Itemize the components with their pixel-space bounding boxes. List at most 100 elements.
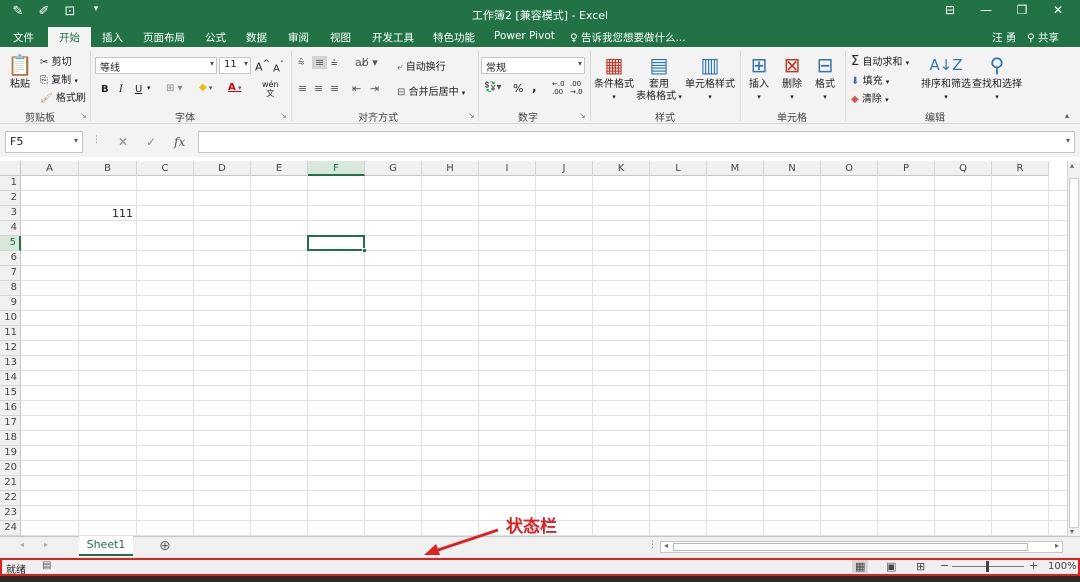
row-header-15[interactable]: 15 xyxy=(0,386,21,401)
autosum-button[interactable]: Σ 自动求和 ▾ xyxy=(851,53,909,69)
tab-page-layout[interactable]: 页面布局 xyxy=(143,30,185,45)
tab-data[interactable]: 数据 xyxy=(246,30,267,45)
row-header-5[interactable]: 5 xyxy=(0,236,21,251)
cell-b3[interactable]: 111 xyxy=(79,206,133,221)
number-format-select[interactable]: 常规 ▾ xyxy=(481,57,585,74)
enter-icon[interactable]: ✓ xyxy=(146,135,156,149)
row-header-17[interactable]: 17 xyxy=(0,416,21,431)
italic-button[interactable]: I xyxy=(119,84,123,95)
splitter-icon[interactable]: ⋮ xyxy=(648,540,657,550)
column-header-h[interactable]: H xyxy=(422,161,479,176)
row-header-12[interactable]: 12 xyxy=(0,341,21,356)
row-header-14[interactable]: 14 xyxy=(0,371,21,386)
minimize-icon[interactable]: — xyxy=(968,3,1004,17)
row-header-4[interactable]: 4 xyxy=(0,221,21,236)
column-header-p[interactable]: P xyxy=(878,161,935,176)
phonetic-button[interactable]: wén 文 xyxy=(262,80,279,98)
font-name-select[interactable]: 等线 ▾ xyxy=(95,57,217,74)
clear-button[interactable]: ◆ 清除 ▾ xyxy=(851,90,889,105)
row-header-10[interactable]: 10 xyxy=(0,311,21,326)
row-header-20[interactable]: 20 xyxy=(0,461,21,476)
grow-font-button[interactable]: A^ xyxy=(255,58,270,74)
tab-review[interactable]: 审阅 xyxy=(288,30,309,45)
align-left-icon[interactable]: ≡ xyxy=(298,82,307,95)
insert-cells-button[interactable]: ⊞ 插入 ▾ xyxy=(744,53,774,103)
zoom-level[interactable]: 100% xyxy=(1048,561,1077,572)
formula-input[interactable] xyxy=(198,131,1075,153)
column-header-r[interactable]: R xyxy=(992,161,1049,176)
copy-button[interactable]: ⎘ 复制 ▾ xyxy=(40,71,78,86)
sheet-tab[interactable]: Sheet1 xyxy=(79,536,133,556)
decrease-decimal-icon[interactable]: .00 →.0 xyxy=(570,80,583,96)
fill-handle[interactable] xyxy=(362,248,367,253)
customize-qat-icon[interactable]: ▾ xyxy=(88,4,104,19)
user-name[interactable]: 汪 勇 xyxy=(992,30,1016,45)
row-header-16[interactable]: 16 xyxy=(0,401,21,416)
decrease-indent-icon[interactable]: ⇤ xyxy=(352,82,361,95)
cut-button[interactable]: ✂ 剪切 xyxy=(40,53,72,68)
borders-icon[interactable]: ⊞ ▾ xyxy=(166,83,183,94)
row-header-18[interactable]: 18 xyxy=(0,431,21,446)
row-header-1[interactable]: 1 xyxy=(0,176,21,191)
pen-icon[interactable]: ✎ xyxy=(10,4,26,19)
format-painter-button[interactable]: 🖌 格式刷 xyxy=(40,89,86,104)
tab-home[interactable]: 开始 xyxy=(48,27,91,47)
align-top-icon[interactable]: ⩯ xyxy=(298,56,304,70)
tab-formulas[interactable]: 公式 xyxy=(205,30,226,45)
row-header-13[interactable]: 13 xyxy=(0,356,21,371)
column-header-o[interactable]: O xyxy=(821,161,878,176)
format-cells-button[interactable]: ⊟ 格式 ▾ xyxy=(810,53,840,103)
restore-icon[interactable]: ❐ xyxy=(1004,3,1040,17)
orientation-icon[interactable]: ab̸ ▾ xyxy=(355,56,378,69)
tab-power-pivot[interactable]: Power Pivot xyxy=(494,30,555,42)
alignment-launcher-icon[interactable]: ↘ xyxy=(468,111,475,120)
underline-button[interactable]: U xyxy=(135,84,142,95)
align-right-icon[interactable]: ≡ xyxy=(330,82,339,95)
normal-view-icon[interactable]: ▦ xyxy=(852,560,869,573)
tab-insert[interactable]: 插入 xyxy=(102,30,123,45)
column-header-f[interactable]: F xyxy=(308,161,365,176)
row-header-2[interactable]: 2 xyxy=(0,191,21,206)
brush-icon[interactable]: ✐ xyxy=(36,4,52,19)
comma-button[interactable]: , xyxy=(532,80,537,94)
format-as-table-button[interactable]: ▤ 套用 表格格式 ▾ xyxy=(634,53,684,103)
expand-formula-icon[interactable]: ▾ xyxy=(1066,136,1070,145)
next-sheet-icon[interactable]: ▸ xyxy=(44,540,48,549)
scroll-left-icon[interactable]: ◂ xyxy=(664,541,668,550)
scroll-down-icon[interactable]: ▾ xyxy=(1070,527,1074,536)
row-header-11[interactable]: 11 xyxy=(0,326,21,341)
insert-function-button[interactable]: fx xyxy=(174,135,185,149)
find-select-button[interactable]: ⚲ 查找和选择 ▾ xyxy=(972,53,1022,103)
merge-center-button[interactable]: ⊟ 合并后居中 ▾ xyxy=(397,83,465,98)
row-header-22[interactable]: 22 xyxy=(0,491,21,506)
row-header-3[interactable]: 3 xyxy=(0,206,21,221)
screenshot-icon[interactable]: ⊡ xyxy=(62,4,78,19)
row-header-9[interactable]: 9 xyxy=(0,296,21,311)
page-layout-view-icon[interactable]: ▣ xyxy=(886,560,896,573)
tab-special[interactable]: 特色功能 xyxy=(433,30,475,45)
column-header-e[interactable]: E xyxy=(251,161,308,176)
column-header-k[interactable]: K xyxy=(593,161,650,176)
fill-button[interactable]: ⬇ 填充 ▾ xyxy=(851,72,889,87)
align-bottom-icon[interactable]: ⩮ xyxy=(331,56,337,70)
worksheet-grid[interactable]: A B C D E F G H I J K L M N O P Q R 1 2 3 4 5 6 7 8 9 10 11 12 13 14 15 1… xyxy=(0,161,1067,536)
horizontal-scrollbar[interactable]: ◂ ▸ xyxy=(660,541,1063,553)
row-header-24[interactable]: 24 xyxy=(0,521,21,536)
share-button[interactable]: ⚲ 共享 xyxy=(1027,30,1059,45)
scroll-up-icon[interactable]: ▴ xyxy=(1070,161,1074,170)
font-size-select[interactable]: 11 ▾ xyxy=(219,57,251,74)
zoom-out-icon[interactable]: − xyxy=(940,559,949,572)
zoom-in-icon[interactable]: + xyxy=(1029,559,1038,572)
column-header-c[interactable]: C xyxy=(137,161,194,176)
align-middle-icon[interactable]: ≡ xyxy=(312,56,328,69)
tab-developer[interactable]: 开发工具 xyxy=(372,30,414,45)
add-sheet-icon[interactable]: ⊕ xyxy=(159,538,171,554)
collapse-ribbon-icon[interactable]: ▴ xyxy=(1065,111,1069,120)
tell-me-box[interactable]: ♀ 告诉我您想要做什么... xyxy=(570,30,686,45)
tab-view[interactable]: 视图 xyxy=(330,30,351,45)
zoom-slider-thumb[interactable] xyxy=(986,561,989,572)
increase-indent-icon[interactable]: ⇥ xyxy=(370,82,379,95)
column-header-a[interactable]: A xyxy=(21,161,79,176)
row-header-21[interactable]: 21 xyxy=(0,476,21,491)
font-launcher-icon[interactable]: ↘ xyxy=(280,111,287,120)
